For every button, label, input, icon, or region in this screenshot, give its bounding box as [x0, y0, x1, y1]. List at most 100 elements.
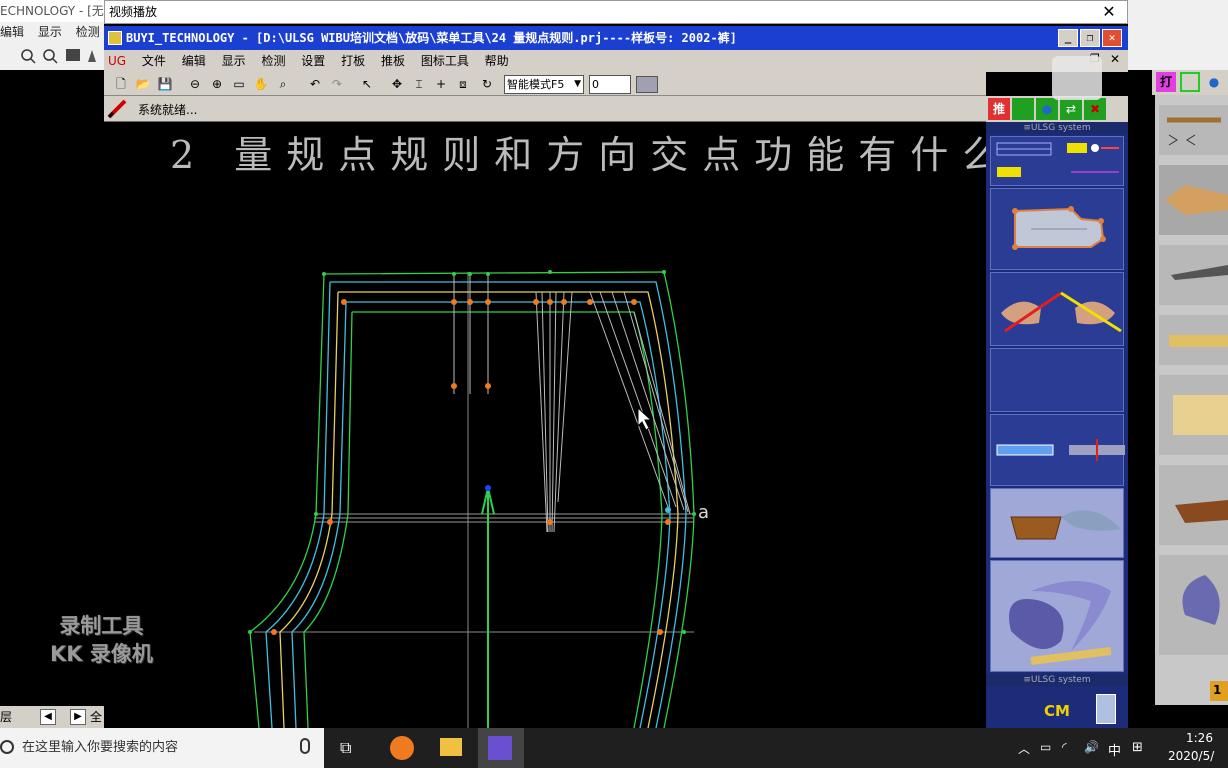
far-right-counter: 1: [1213, 683, 1222, 697]
menu-view[interactable]: 显示: [222, 54, 246, 68]
background-app-statusbar: 层 ◀ ▶ 全: [0, 706, 104, 728]
menu-settings[interactable]: 设置: [301, 54, 325, 68]
background-toolbar-icons: [21, 49, 96, 64]
system-label-top: ≡ULSG system: [986, 122, 1128, 134]
point-tool-icon[interactable]: ●: [1036, 98, 1058, 120]
menu-help[interactable]: 帮助: [485, 54, 509, 68]
zoom-out-icon[interactable]: ⊖: [186, 75, 204, 93]
menu-pattern[interactable]: 打板: [341, 54, 365, 68]
grading-tools-icons: [996, 142, 1119, 177]
menu-grading[interactable]: 推板: [381, 54, 405, 68]
tool-panel-label[interactable]: 推: [988, 98, 1010, 120]
align-icon[interactable]: ⌶: [410, 75, 428, 93]
mode-select-value: 智能模式F5: [507, 78, 565, 91]
scroll-left-button[interactable]: ◀: [40, 709, 56, 725]
ruler-icons: [996, 439, 1125, 461]
background-app-menu: 编辑 显示 检测: [0, 22, 104, 42]
point-label-a: a: [698, 502, 710, 523]
curve-ruler-tool[interactable]: [990, 560, 1124, 672]
undo-icon[interactable]: ↶: [306, 75, 324, 93]
cad-app-icon: [488, 736, 512, 760]
camera-overlay-icon[interactable]: [1052, 56, 1102, 100]
zoom-in-icon[interactable]: ⊕: [208, 75, 226, 93]
menu-edit[interactable]: 编辑: [182, 54, 206, 68]
measure-tool[interactable]: [990, 272, 1124, 346]
restore-button[interactable]: ❐: [1080, 29, 1100, 47]
curve-ruler-icon: [1009, 581, 1112, 665]
video-window-title: 视频播放: [109, 5, 158, 19]
recorder-watermark: 录制工具 KK 录像机: [50, 612, 153, 668]
clock-time[interactable]: 1:26: [1186, 731, 1213, 745]
pattern-piece-tool[interactable]: [990, 188, 1124, 270]
microphone-icon[interactable]: [300, 738, 310, 754]
file-explorer-icon[interactable]: [440, 738, 462, 756]
scroll-right-button[interactable]: ▶: [70, 709, 86, 725]
redo-icon[interactable]: ↷: [328, 75, 346, 93]
rotate-icon[interactable]: ↻: [478, 75, 496, 93]
bg-menu-item[interactable]: 检测: [76, 25, 100, 39]
menu-ug[interactable]: UG: [108, 54, 126, 68]
far-right-header[interactable]: 打: [1156, 72, 1176, 92]
close-button[interactable]: ✕: [1102, 29, 1122, 47]
grade-arrow-icon[interactable]: ⇄: [1060, 98, 1082, 120]
drawing-canvas[interactable]: 2 量规点规则和方向交点功能有什么 a: [104, 122, 986, 728]
delete-tool-icon[interactable]: ✖: [1084, 98, 1106, 120]
app-titlebar: BUYI_TECHNOLOGY - [D:\ULSG WIBU培训文档\放码\菜…: [104, 26, 1128, 50]
calculator-icon[interactable]: [1096, 694, 1116, 724]
add-point-icon[interactable]: +: [432, 75, 450, 93]
grading-tools-card[interactable]: [990, 136, 1124, 186]
mdi-close-icon[interactable]: ✕: [1110, 52, 1120, 66]
chevron-down-icon: ▼: [574, 79, 581, 89]
menu-icon-tools[interactable]: 图标工具: [421, 54, 469, 68]
watermark-line2: KK 录像机: [50, 642, 153, 666]
unit-label[interactable]: CM: [1044, 702, 1070, 720]
video-window-titlebar: 视频播放 ✕: [104, 0, 1128, 24]
fit-window-icon[interactable]: ▭: [230, 75, 248, 93]
select-cursor-icon[interactable]: ↖: [358, 75, 376, 93]
pattern-drawing: [248, 270, 696, 728]
menu-check[interactable]: 检测: [261, 54, 285, 68]
background-app-title: ECHNOLOGY - [无: [0, 0, 104, 22]
chevron-up-icon[interactable]: ︿: [1018, 740, 1030, 757]
far-right-toolbar: 打 ●: [1152, 70, 1228, 95]
all-label: 全: [90, 710, 103, 724]
square-tool-icon[interactable]: [1012, 98, 1034, 120]
close-icon[interactable]: ✕: [1099, 1, 1119, 23]
battery-icon[interactable]: ▭: [1040, 740, 1051, 754]
numeric-input[interactable]: 0: [589, 75, 631, 94]
status-text: 系统就绪...: [138, 103, 198, 117]
search-placeholder: 在这里输入你要搜索的内容: [22, 740, 179, 755]
ime-indicator[interactable]: 中: [1108, 740, 1121, 759]
menu-file[interactable]: 文件: [142, 54, 166, 68]
far-right-tool-panel: 1: [1155, 95, 1228, 705]
keyboard-layout-icon[interactable]: ⊞: [1132, 740, 1143, 755]
point-tool-icon[interactable]: ●: [1204, 72, 1224, 92]
background-right-area: [1128, 0, 1228, 70]
grid-snap-icon[interactable]: ⧈: [454, 75, 472, 93]
app-menubar: UG 文件 编辑 显示 检测 设置 打板 推板 图标工具 帮助: [104, 50, 1128, 72]
tool-panel: 推 ● ⇄ ✖ ≡ULSG system ≡ULSG system CM: [986, 96, 1128, 728]
far-right-tool-icons: [1159, 105, 1228, 701]
measure-hands-icon: [1001, 291, 1122, 333]
square-tool-icon[interactable]: [1180, 72, 1200, 92]
mode-select[interactable]: 智能模式F5 ▼: [504, 75, 584, 94]
wifi-icon[interactable]: ◜: [1062, 740, 1067, 754]
clock-date[interactable]: 2020/5/: [1168, 749, 1214, 763]
new-file-icon[interactable]: 🗋: [112, 75, 130, 93]
zoom-window-icon[interactable]: ⌕: [274, 75, 292, 93]
apply-value-button[interactable]: [636, 76, 658, 93]
pan-hand-icon[interactable]: ✋: [252, 75, 270, 93]
ruler-tools-card[interactable]: [990, 414, 1125, 486]
minimize-button[interactable]: _: [1058, 29, 1078, 47]
bg-menu-item[interactable]: 显示: [38, 25, 62, 39]
open-folder-icon[interactable]: 📂: [134, 75, 152, 93]
empty-tool-slot[interactable]: [990, 348, 1124, 412]
task-view-icon[interactable]: ⧉: [340, 738, 351, 758]
taskbar-search-box[interactable]: 在这里输入你要搜索的内容: [0, 728, 324, 768]
move-point-icon[interactable]: ✥: [388, 75, 406, 93]
fabric-tool[interactable]: [990, 488, 1124, 558]
bg-menu-item[interactable]: 编辑: [0, 25, 24, 39]
volume-icon[interactable]: 🔊: [1084, 740, 1099, 754]
app-taskbar-icon[interactable]: [390, 736, 414, 760]
save-icon[interactable]: 💾: [156, 75, 174, 93]
